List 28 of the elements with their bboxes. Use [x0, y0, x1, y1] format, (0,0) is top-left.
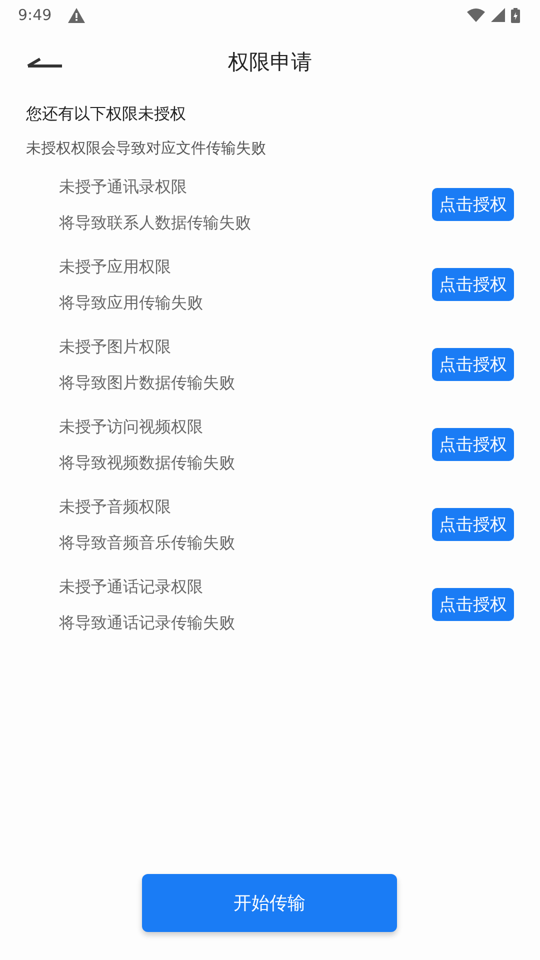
- permission-consequence: 将导致通话记录传输失败: [59, 612, 235, 633]
- grant-button[interactable]: 点击授权: [432, 588, 514, 621]
- permission-consequence: 将导致音频音乐传输失败: [59, 532, 235, 553]
- back-arrow-icon[interactable]: [26, 56, 62, 70]
- permission-title: 未授予通话记录权限: [59, 576, 204, 597]
- permission-title: 未授予通讯录权限: [59, 176, 188, 197]
- permission-consequence: 将导致图片数据传输失败: [59, 372, 235, 393]
- grant-button[interactable]: 点击授权: [432, 188, 514, 221]
- warning-icon: [68, 8, 85, 22]
- permission-consequence: 将导致视频数据传输失败: [59, 452, 235, 473]
- status-time: 9:49: [18, 6, 52, 24]
- permission-title: 未授予访问视频权限: [59, 416, 204, 437]
- page-title: 权限申请: [228, 49, 312, 76]
- intro-heading: 您还有以下权限未授权: [26, 104, 187, 125]
- start-transfer-button[interactable]: 开始传输: [142, 874, 397, 932]
- permission-title: 未授予图片权限: [59, 336, 172, 357]
- permission-title: 未授予应用权限: [59, 256, 172, 277]
- battery-icon: [511, 8, 520, 22]
- grant-button[interactable]: 点击授权: [432, 428, 514, 461]
- intro-note: 未授权权限会导致对应文件传输失败: [26, 139, 267, 158]
- signal-icon: [491, 8, 505, 22]
- permission-consequence: 将导致应用传输失败: [59, 292, 203, 313]
- grant-button[interactable]: 点击授权: [432, 268, 514, 301]
- permission-title: 未授予音频权限: [59, 496, 172, 517]
- permission-consequence: 将导致联系人数据传输失败: [59, 212, 251, 233]
- wifi-icon: [467, 8, 485, 22]
- grant-button[interactable]: 点击授权: [432, 348, 514, 381]
- grant-button[interactable]: 点击授权: [432, 508, 514, 541]
